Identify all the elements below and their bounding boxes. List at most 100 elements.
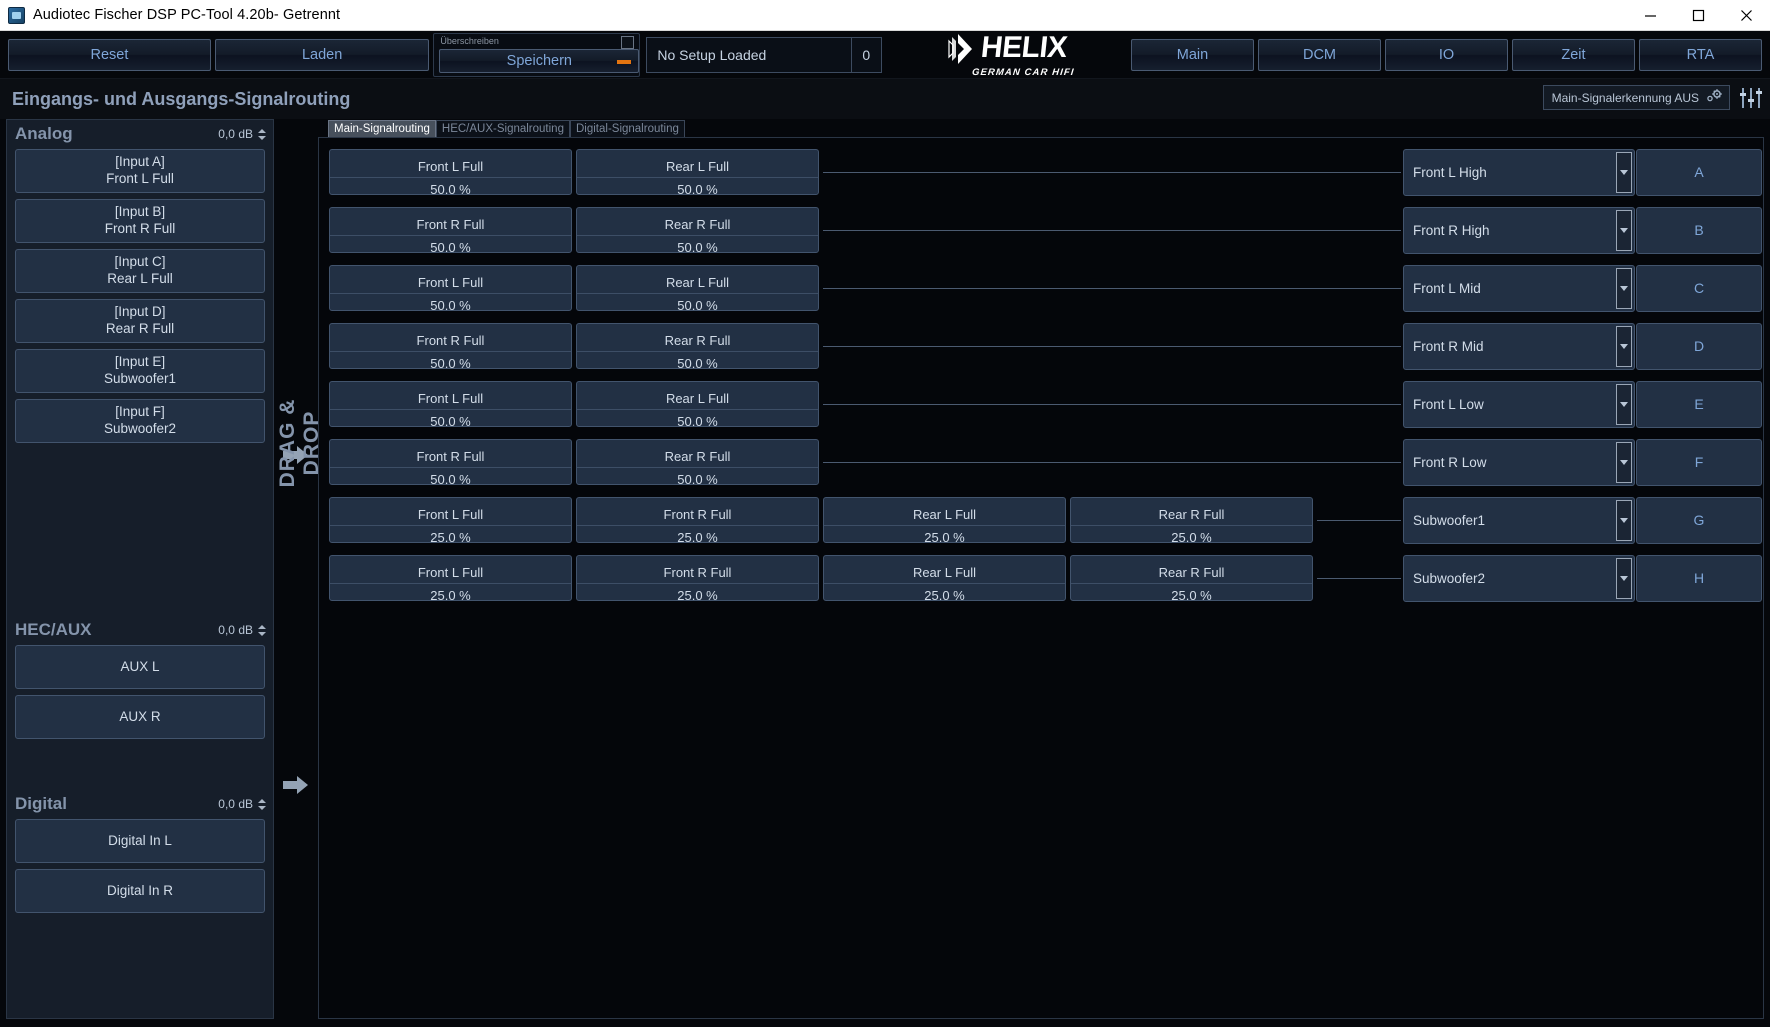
output-channel-select[interactable]: Front L Low <box>1403 380 1635 428</box>
chevron-down-icon[interactable] <box>1616 209 1632 251</box>
chevron-down-icon[interactable] <box>1616 557 1632 599</box>
routing-cell-value: 25.0 % <box>1171 530 1212 543</box>
output-channel-select[interactable]: Subwoofer1 <box>1403 496 1635 544</box>
input-d-button[interactable]: [Input D] Rear R Full <box>15 299 265 343</box>
input-aux-r-name: AUX R <box>119 708 161 724</box>
routing-cell-label: Rear R Full <box>577 440 818 468</box>
routing-cell-label: Rear R Full <box>1071 498 1312 526</box>
input-b-button[interactable]: [Input B] Front R Full <box>15 199 265 243</box>
load-button[interactable]: Laden <box>214 38 430 71</box>
chevron-down-icon[interactable] <box>1616 267 1632 309</box>
equalizer-icon[interactable] <box>1738 85 1764 110</box>
routing-cell[interactable]: Front L Full 25.0 % <box>329 555 572 601</box>
routing-cell-value: 25.0 % <box>677 588 718 601</box>
routing-cell-label: Front L Full <box>330 150 571 178</box>
output-terminal-letter[interactable]: C <box>1636 264 1762 312</box>
input-digital-r-button[interactable]: Digital In R <box>15 869 265 913</box>
output-terminal-letter[interactable]: A <box>1636 148 1762 196</box>
routing-cell-label: Rear R Full <box>577 208 818 236</box>
routing-cell[interactable]: Rear R Full 50.0 % <box>576 207 819 253</box>
routing-cell-value: 50.0 % <box>677 356 718 369</box>
routing-cell[interactable]: Rear L Full 50.0 % <box>576 265 819 311</box>
input-b-tag: [Input B] <box>114 204 166 220</box>
output-row: Front R High B <box>1403 205 1763 255</box>
output-terminal-letter[interactable]: F <box>1636 438 1762 486</box>
routing-cell[interactable]: Rear L Full 50.0 % <box>576 149 819 195</box>
routing-cell[interactable]: Rear R Full 25.0 % <box>1070 555 1313 601</box>
routing-cell[interactable]: Front R Full 25.0 % <box>576 497 819 543</box>
routing-cell[interactable]: Front L Full 50.0 % <box>329 149 572 195</box>
signal-connector-line <box>823 404 1401 405</box>
routing-cell[interactable]: Rear L Full 25.0 % <box>823 555 1066 601</box>
chevron-down-icon[interactable] <box>1616 151 1632 193</box>
output-channel-label: Front L High <box>1413 164 1487 180</box>
overwrite-checkbox[interactable] <box>621 35 635 49</box>
routing-cell[interactable]: Front R Full 50.0 % <box>329 323 572 369</box>
routing-cell-label: Rear L Full <box>824 556 1065 584</box>
routing-cell[interactable]: Front L Full 50.0 % <box>329 265 572 311</box>
output-terminal-letter[interactable]: B <box>1636 206 1762 254</box>
routing-cell[interactable]: Rear R Full 25.0 % <box>1070 497 1313 543</box>
output-terminal-letter[interactable]: H <box>1636 554 1762 602</box>
routing-cell-label: Rear L Full <box>824 498 1065 526</box>
routing-cell[interactable]: Rear L Full 25.0 % <box>823 497 1066 543</box>
arrow-right-icon-hecaux <box>283 774 309 796</box>
maximize-icon[interactable] <box>1674 0 1722 31</box>
routing-cell[interactable]: Front L Full 50.0 % <box>329 381 572 427</box>
routing-cell[interactable]: Front R Full 25.0 % <box>576 555 819 601</box>
output-terminal-letter[interactable]: E <box>1636 380 1762 428</box>
chevron-down-icon[interactable] <box>1616 383 1632 425</box>
output-channel-select[interactable]: Front R Low <box>1403 438 1635 486</box>
gain-stepper-hecaux[interactable] <box>258 621 267 639</box>
input-aux-r-button[interactable]: AUX R <box>15 695 265 739</box>
routing-cell-value: 25.0 % <box>924 588 965 601</box>
output-row: Front R Low F <box>1403 437 1763 487</box>
save-button[interactable]: Speichern <box>439 48 640 73</box>
input-aux-l-button[interactable]: AUX L <box>15 645 265 689</box>
tab-zeit[interactable]: Zeit <box>1511 38 1635 71</box>
chevron-down-icon[interactable] <box>1616 325 1632 367</box>
routing-cell[interactable]: Rear L Full 50.0 % <box>576 381 819 427</box>
input-e-name: Subwoofer1 <box>103 371 177 386</box>
tab-main[interactable]: Main <box>1130 38 1254 71</box>
output-terminal-letter[interactable]: G <box>1636 496 1762 544</box>
output-channel-label: Front R High <box>1413 222 1490 238</box>
routing-cell-label: Front L Full <box>330 498 571 526</box>
section-title-digital: Digital <box>15 794 67 813</box>
tab-dcm[interactable]: DCM <box>1257 38 1381 71</box>
output-channel-select[interactable]: Subwoofer2 <box>1403 554 1635 602</box>
gain-stepper-analog[interactable] <box>258 125 267 143</box>
main-toolbar: Reset Laden Überschreiben Speichern No S… <box>0 31 1770 79</box>
chevron-down-icon[interactable] <box>1616 441 1632 483</box>
routing-cell[interactable]: Rear R Full 50.0 % <box>576 323 819 369</box>
input-digital-l-button[interactable]: Digital In L <box>15 819 265 863</box>
minimize-icon[interactable] <box>1626 0 1674 31</box>
tab-rta[interactable]: RTA <box>1638 38 1762 71</box>
tab-digital-signalrouting[interactable]: Digital-Signalrouting <box>569 120 685 137</box>
tab-main-signalrouting[interactable]: Main-Signalrouting <box>328 120 436 137</box>
gain-stepper-digital[interactable] <box>258 795 267 813</box>
routing-cell[interactable]: Front R Full 50.0 % <box>329 439 572 485</box>
output-channel-select[interactable]: Front L Mid <box>1403 264 1635 312</box>
input-a-tag: [Input A] <box>115 154 165 170</box>
output-channel-select[interactable]: Front R High <box>1403 206 1635 254</box>
input-c-name: Rear L Full <box>107 271 173 286</box>
chevron-down-icon[interactable] <box>1616 499 1632 541</box>
input-e-button[interactable]: [Input E] Subwoofer1 <box>15 349 265 393</box>
output-channel-select[interactable]: Front L High <box>1403 148 1635 196</box>
input-f-button[interactable]: [Input F] Subwoofer2 <box>15 399 265 443</box>
reset-button[interactable]: Reset <box>8 38 211 71</box>
output-terminal-letter[interactable]: D <box>1636 322 1762 370</box>
signal-detection-button[interactable]: Main-Signalerkennung AUS <box>1542 85 1730 110</box>
close-icon[interactable] <box>1722 0 1770 31</box>
output-channel-select[interactable]: Front R Mid <box>1403 322 1635 370</box>
routing-cell[interactable]: Rear R Full 50.0 % <box>576 439 819 485</box>
routing-cell[interactable]: Front R Full 50.0 % <box>329 207 572 253</box>
tab-io[interactable]: IO <box>1384 38 1508 71</box>
input-a-button[interactable]: [Input A] Front L Full <box>15 149 265 193</box>
input-d-tag: [Input D] <box>114 304 166 320</box>
tab-hecaux-signalrouting[interactable]: HEC/AUX-Signalrouting <box>435 120 570 137</box>
setup-field[interactable]: No Setup Loaded 0 <box>646 36 882 73</box>
routing-cell[interactable]: Front L Full 25.0 % <box>329 497 572 543</box>
input-c-button[interactable]: [Input C] Rear L Full <box>15 249 265 293</box>
